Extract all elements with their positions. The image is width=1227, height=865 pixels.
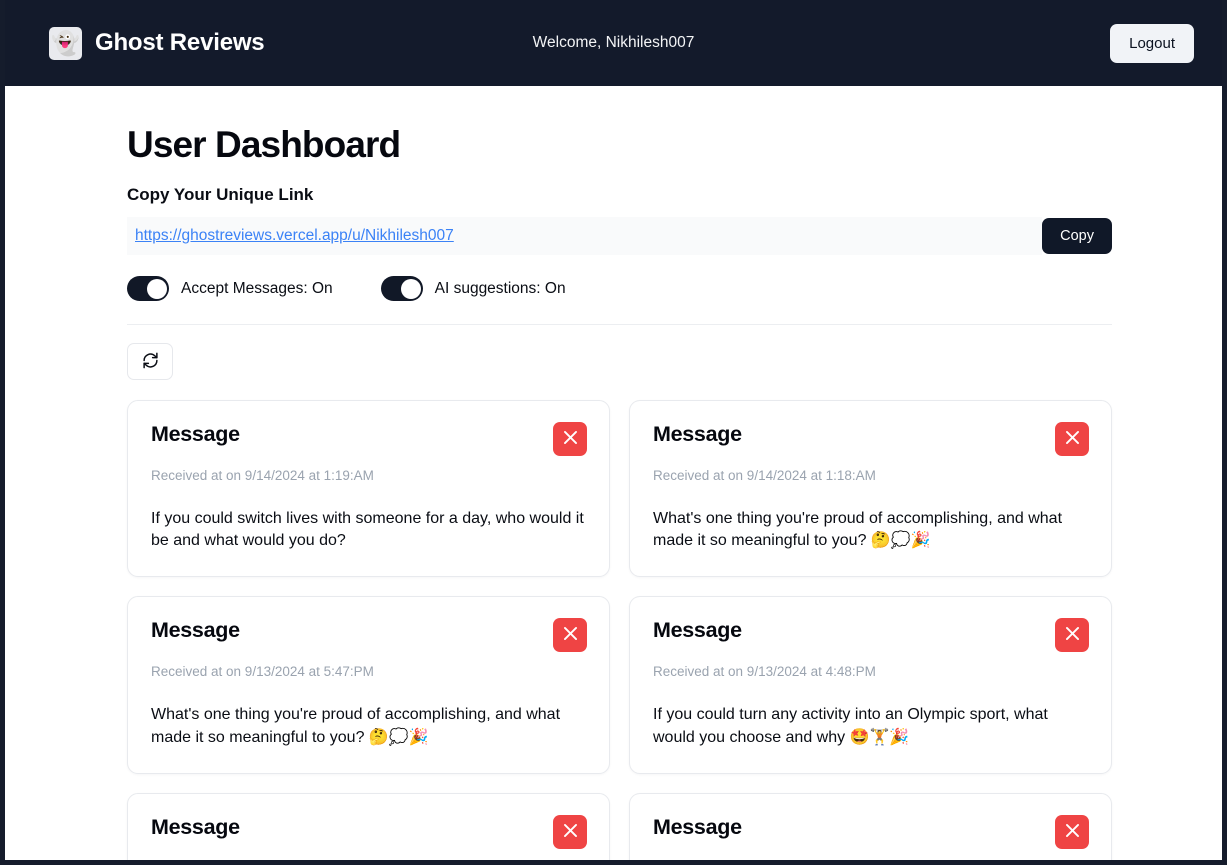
dashboard-container: User Dashboard Copy Your Unique Link htt… (127, 124, 1112, 860)
page: 👻 Ghost Reviews Welcome, Nikhilesh007 Lo… (5, 0, 1222, 860)
ghost-icon: 👻 (49, 26, 82, 60)
refresh-icon (142, 352, 159, 372)
unique-link-row: https://ghostreviews.vercel.app/u/Nikhil… (127, 217, 1112, 255)
delete-message-button[interactable] (553, 422, 587, 456)
message-timestamp: Received at on 9/14/2024 at 1:18:AM (653, 468, 876, 483)
delete-message-button[interactable] (1055, 814, 1089, 849)
message-card: Message Received at on 9/13/2024 at 4:48… (629, 596, 1112, 774)
copy-button[interactable]: Copy (1042, 218, 1112, 254)
toggle-knob (147, 278, 167, 299)
message-timestamp: Received at on 9/14/2024 at 1:19:AM (151, 468, 374, 483)
brand-name: Ghost Reviews (95, 29, 265, 56)
ai-suggestions-label: AI suggestions: On (434, 279, 566, 297)
message-title: Message (653, 814, 742, 839)
toggle-knob (400, 278, 421, 299)
close-icon (561, 624, 580, 646)
close-icon (1063, 821, 1082, 843)
ai-suggestions-toggle-group[interactable]: AI suggestions: On (380, 276, 566, 301)
message-content: If you could turn any activity into an O… (653, 706, 1048, 746)
message-header: Message (653, 422, 1089, 456)
close-icon (561, 821, 580, 843)
message-card: Message Received at on 9/14/2024 at 1:18… (629, 400, 1112, 578)
message-content: What's one thing you're proud of accompl… (653, 510, 1063, 550)
delete-message-button[interactable] (553, 814, 587, 849)
welcome-text: Welcome, Nikhilesh007 (532, 34, 695, 51)
message-header: Message (653, 618, 1089, 653)
message-card: Message Received at on 9/13/2024 at 4:47… (127, 792, 610, 860)
unique-link-box: https://ghostreviews.vercel.app/u/Nikhil… (127, 217, 1043, 255)
toggles-row: Accept Messages: On AI suggestions: On (127, 276, 1112, 325)
message-content: What's one thing you're proud of accompl… (151, 706, 561, 746)
brand[interactable]: 👻 Ghost Reviews (49, 26, 265, 60)
delete-message-button[interactable] (553, 618, 587, 653)
main-content: User Dashboard Copy Your Unique Link htt… (5, 86, 1222, 860)
page-title: User Dashboard (127, 124, 401, 165)
refresh-button[interactable] (127, 343, 173, 380)
message-timestamp: Received at on 9/13/2024 at 5:47:PM (151, 664, 374, 680)
message-content: If you could switch lives with someone f… (151, 510, 584, 550)
ghost-glyph: 👻 (51, 29, 80, 56)
message-header: Message (151, 814, 587, 849)
browser-frame: 👻 Ghost Reviews Welcome, Nikhilesh007 Lo… (0, 0, 1227, 865)
accept-messages-toggle[interactable] (127, 276, 169, 301)
copy-link-label: Copy Your Unique Link (127, 185, 314, 204)
logout-button[interactable]: Logout (1110, 23, 1194, 63)
message-header: Message (151, 422, 587, 456)
message-title: Message (653, 618, 742, 643)
message-title: Message (151, 618, 240, 643)
messages-grid: Message Received at on 9/14/2024 at 1:19… (127, 400, 1112, 860)
message-card: Message Received at on 9/13/2024 at 12:1… (629, 792, 1112, 860)
message-card: Message Received at on 9/13/2024 at 5:47… (127, 596, 610, 774)
message-header: Message (151, 618, 587, 653)
unique-link[interactable]: https://ghostreviews.vercel.app/u/Nikhil… (135, 227, 454, 245)
delete-message-button[interactable] (1055, 422, 1089, 456)
close-icon (1063, 428, 1082, 450)
accept-messages-toggle-group[interactable]: Accept Messages: On (127, 276, 333, 301)
close-icon (1063, 624, 1082, 646)
navbar: 👻 Ghost Reviews Welcome, Nikhilesh007 Lo… (5, 0, 1222, 86)
delete-message-button[interactable] (1055, 618, 1089, 653)
close-icon (561, 428, 580, 450)
accept-messages-label: Accept Messages: On (181, 279, 333, 297)
ai-suggestions-toggle[interactable] (380, 276, 423, 301)
refresh-row (127, 325, 1112, 400)
message-title: Message (653, 422, 742, 446)
message-header: Message (653, 814, 1089, 849)
message-title: Message (151, 422, 240, 446)
message-title: Message (151, 814, 240, 839)
message-timestamp: Received at on 9/13/2024 at 4:48:PM (653, 664, 876, 680)
message-card: Message Received at on 9/14/2024 at 1:19… (127, 400, 610, 578)
